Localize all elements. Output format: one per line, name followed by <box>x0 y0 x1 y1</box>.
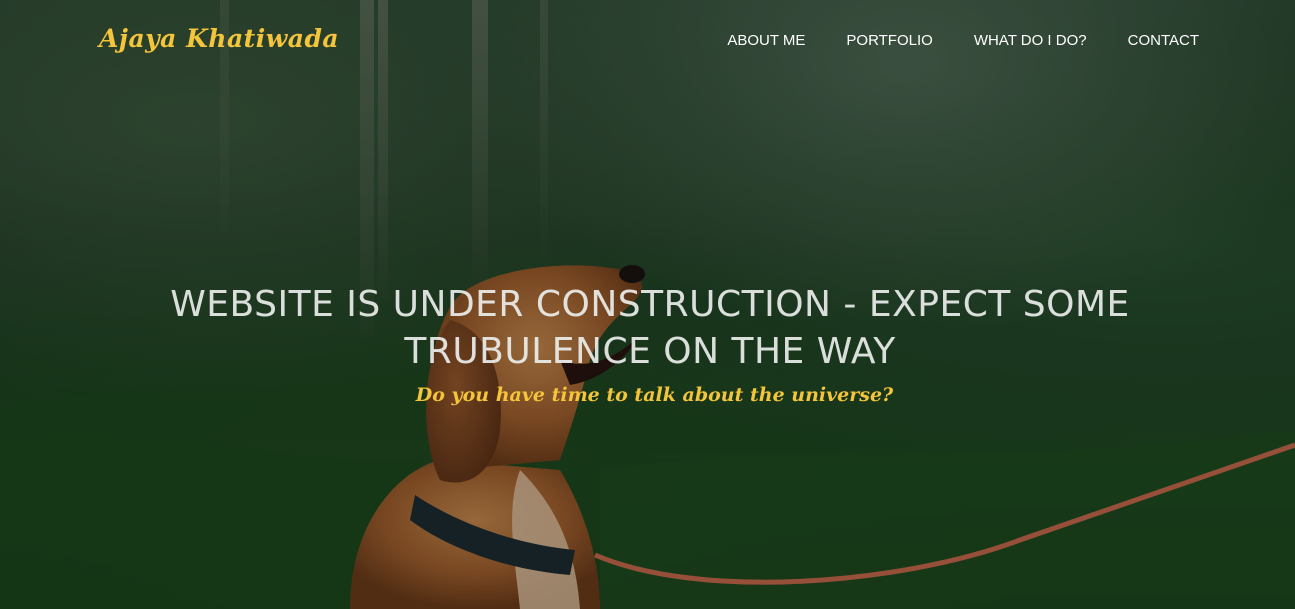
site-logo[interactable]: Ajaya Khatiwada <box>99 24 339 53</box>
hero-tagline: Do you have time to talk about the unive… <box>415 384 894 406</box>
hero-headline: WEBSITE IS UNDER CONSTRUCTION - EXPECT S… <box>90 281 1210 375</box>
hero-section: Ajaya Khatiwada ABOUT ME PORTFOLIO WHAT … <box>0 0 1295 609</box>
nav-what-do-i-do[interactable]: WHAT DO I DO? <box>974 32 1087 49</box>
nav-portfolio[interactable]: PORTFOLIO <box>846 32 932 49</box>
hero-headline-line-2: TRUBULENCE ON THE WAY <box>404 331 896 372</box>
hero-headline-line-1: WEBSITE IS UNDER CONSTRUCTION - EXPECT S… <box>170 284 1130 325</box>
nav-about-me[interactable]: ABOUT ME <box>727 32 805 49</box>
main-nav: ABOUT ME PORTFOLIO WHAT DO I DO? CONTACT <box>727 32 1199 49</box>
nav-contact[interactable]: CONTACT <box>1128 32 1199 49</box>
